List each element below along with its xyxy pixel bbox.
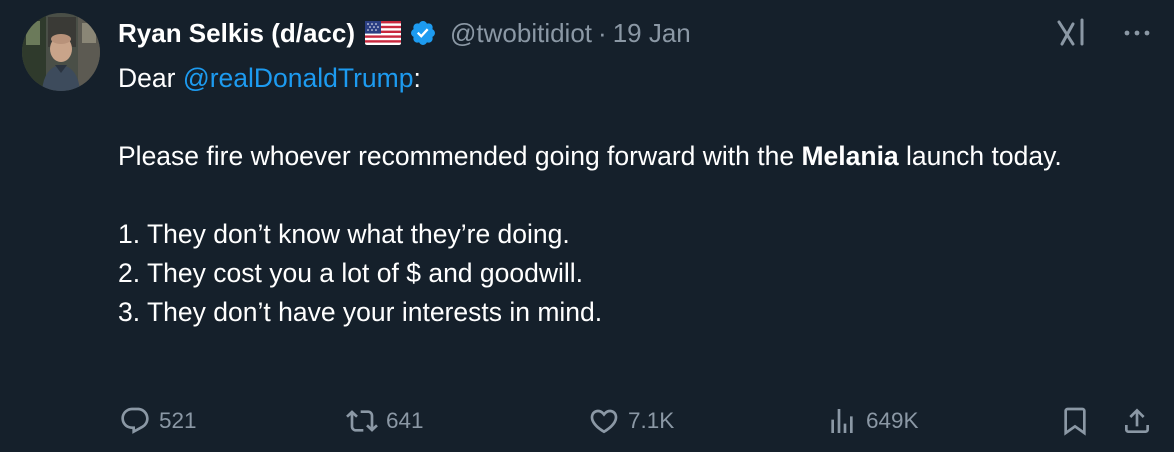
tweet-menu-area [1056,14,1150,52]
avatar[interactable] [22,13,100,91]
verified-badge-icon[interactable] [409,19,437,47]
list-item: 2. They cost you a lot of $ and goodwill… [118,258,584,288]
repost-count: 641 [386,408,424,433]
like-count: 7.1K [628,408,675,433]
share-icon [1121,405,1153,437]
more-options-icon[interactable] [1124,29,1150,37]
reply-icon [119,405,151,437]
grok-icon[interactable] [1056,18,1088,48]
user-handle[interactable]: @twobitidiot [450,18,592,49]
avatar-photo [22,13,100,91]
us-flag-icon [365,21,401,45]
heart-icon [588,405,620,437]
greeting-line: Dear @realDonaldTrump: [118,59,1148,98]
display-name[interactable]: Ryan Selkis (d/acc) [118,18,355,49]
share-button[interactable] [1121,399,1161,443]
paragraph-prefix: Please fire whoever recommended going fo… [118,141,802,171]
tweet-date[interactable]: 19 Jan [613,18,691,49]
separator-dot: · [598,17,607,48]
greeting-suffix: : [413,63,421,93]
main-paragraph: Please fire whoever recommended going fo… [118,137,1148,176]
repost-button[interactable]: 641 [346,399,424,443]
bookmark-button[interactable] [1059,399,1099,443]
views-chart-icon [826,405,858,437]
views-button[interactable]: 649K [826,399,919,443]
action-bar: 521 641 7.1K 649K [0,399,1174,443]
paragraph-suffix: launch today. [898,141,1062,171]
mention-link[interactable]: @realDonaldTrump [183,63,414,93]
tweet-card: Ryan Selkis (d/acc) @twobitidiot · 19 Ja… [0,0,1174,452]
reply-button[interactable]: 521 [119,399,197,443]
repost-icon [346,405,378,437]
greeting-prefix: Dear [118,63,183,93]
bookmark-icon [1059,405,1091,437]
reply-count: 521 [159,408,197,433]
tweet-text: Dear @realDonaldTrump: Please fire whoev… [118,59,1148,332]
like-button[interactable]: 7.1K [588,399,674,443]
paragraph-bold: Melania [801,141,899,171]
views-count: 649K [866,408,919,433]
list-item: 3. They don’t have your interests in min… [118,297,603,327]
list-item: 1. They don’t know what they’re doing. [118,219,570,249]
tweet-header: Ryan Selkis (d/acc) @twobitidiot · 19 Ja… [118,14,691,52]
